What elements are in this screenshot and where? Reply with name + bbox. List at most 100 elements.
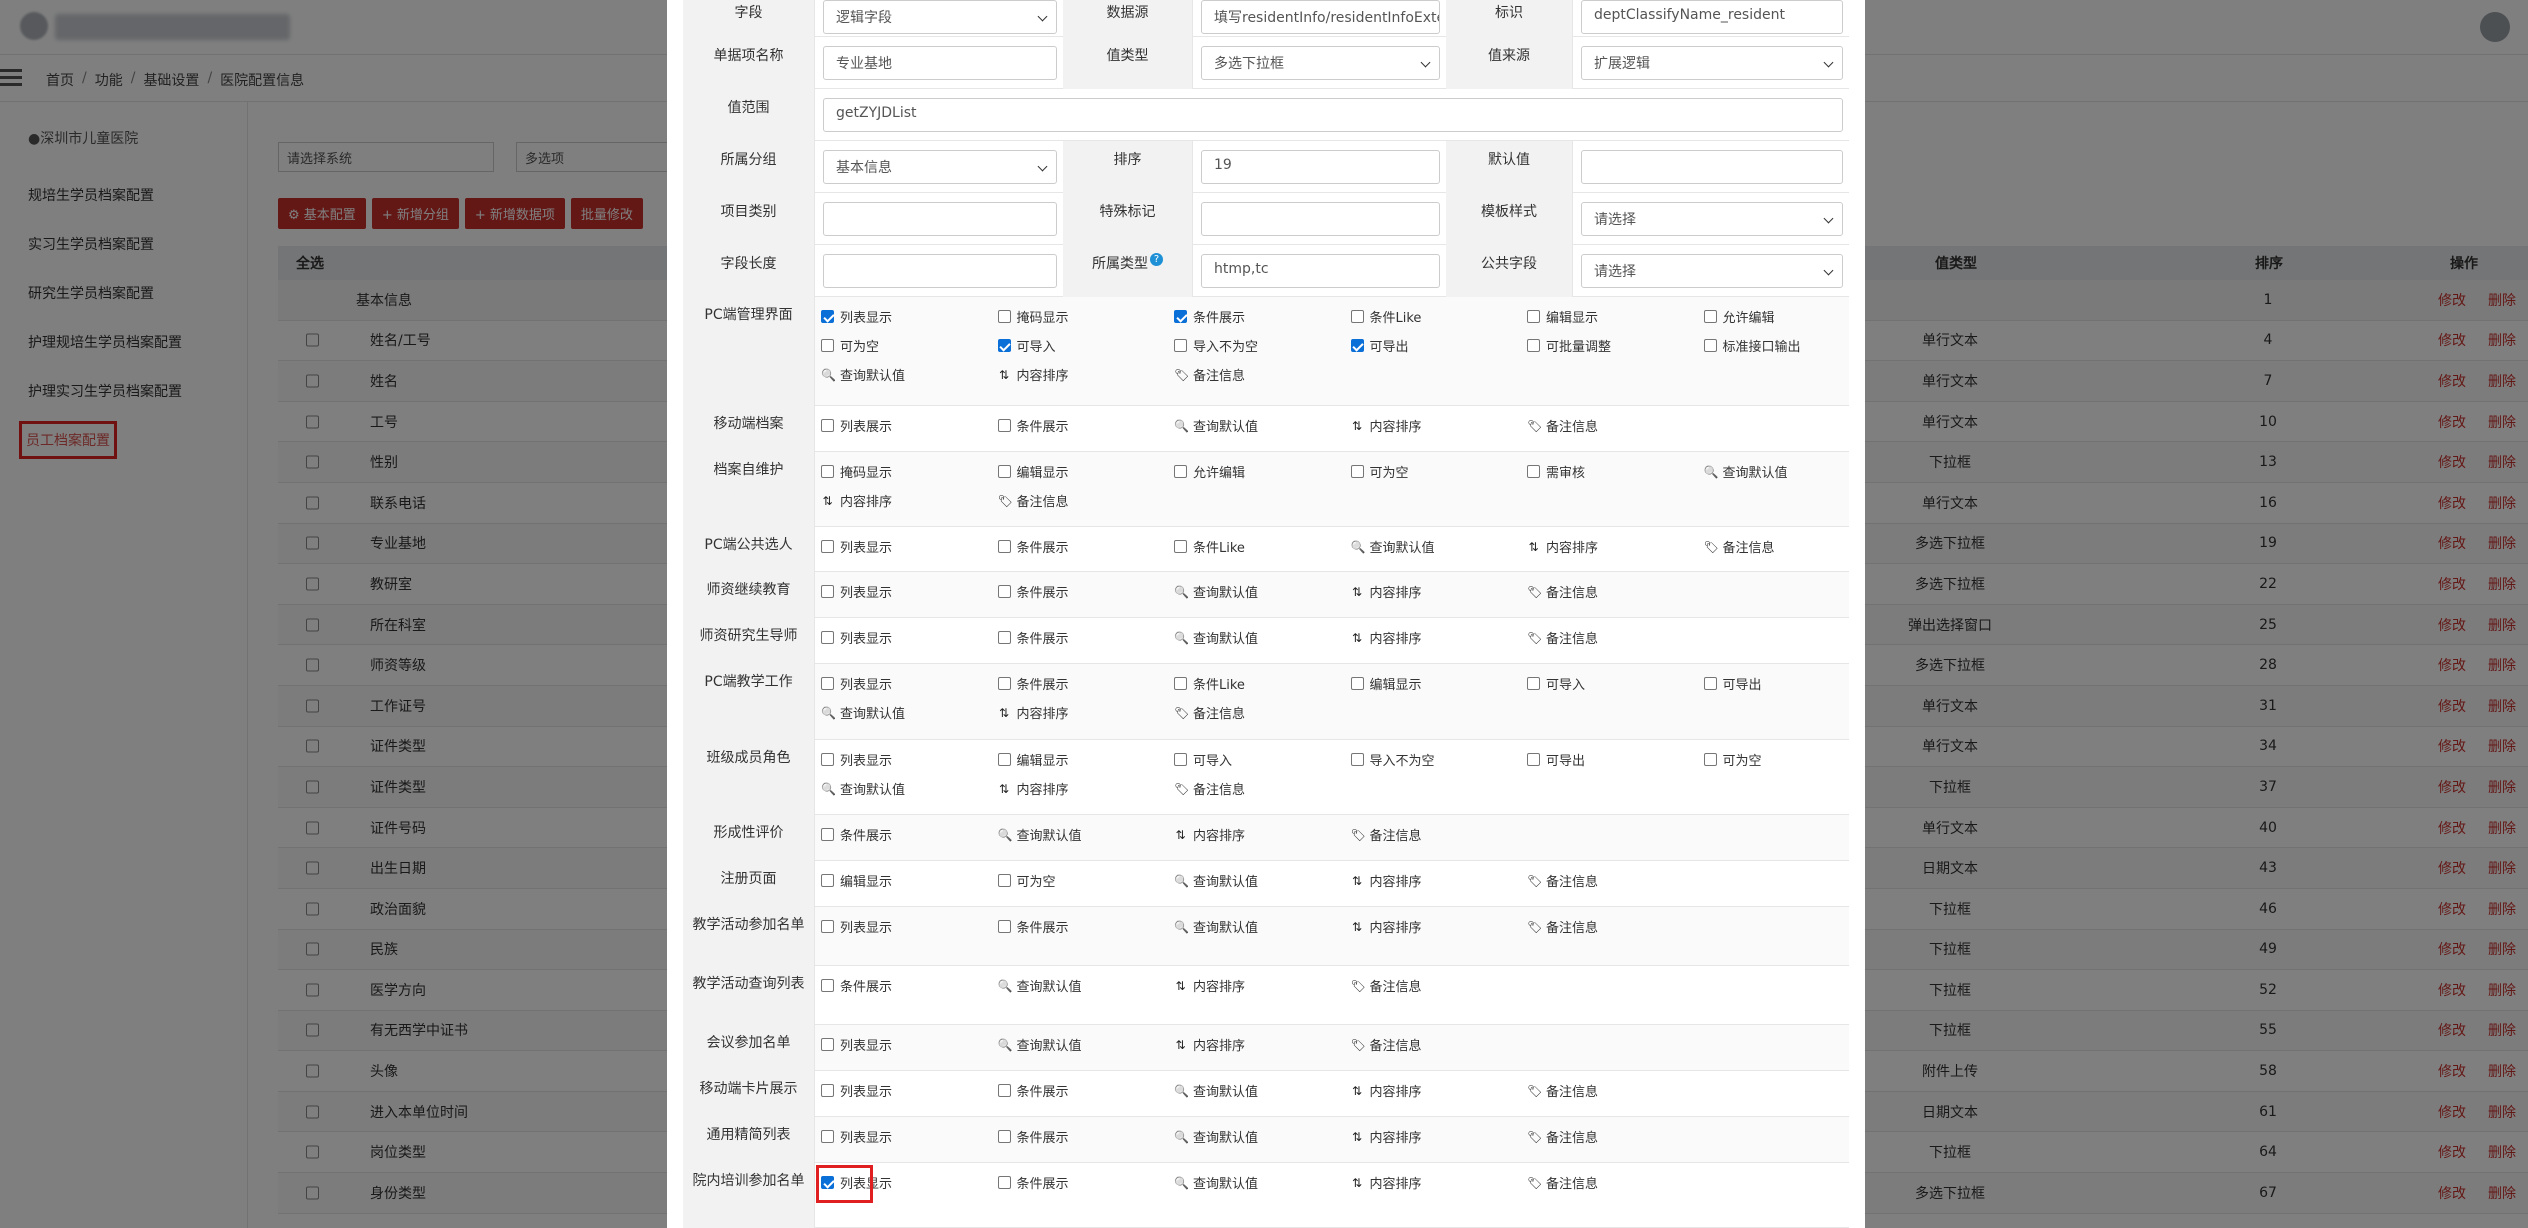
option-item[interactable]: 🏷 备注信息 [1527, 582, 1598, 602]
option-item[interactable]: 编辑显示 [1527, 307, 1598, 326]
option-item[interactable]: 🏷 备注信息 [1527, 1127, 1598, 1147]
option-checkbox[interactable] [821, 465, 834, 478]
order-input[interactable]: 19 [1201, 150, 1440, 184]
option-item[interactable]: 🔍 查询默认值 [1704, 462, 1788, 482]
option-checkbox[interactable] [1527, 677, 1540, 690]
option-item[interactable]: 可为空 [1350, 462, 1409, 481]
option-item[interactable]: 🏷 备注信息 [1527, 917, 1598, 937]
help-icon[interactable]: ? [1150, 253, 1163, 266]
option-checkbox[interactable] [821, 920, 834, 933]
option-item[interactable]: 掩码显示 [821, 462, 892, 481]
option-item[interactable]: ⇅ 内容排序 [1351, 917, 1422, 937]
option-item[interactable]: 🔍 查询默认值 [1174, 582, 1258, 602]
option-item[interactable]: ⇅ 内容排序 [1351, 871, 1422, 891]
public-field-select[interactable]: 请选择 [1581, 254, 1843, 288]
default-value-input[interactable] [1581, 150, 1843, 184]
option-checkbox[interactable] [997, 465, 1011, 478]
option-item[interactable]: 列表显示 [821, 917, 892, 936]
option-item[interactable]: ⇅ 内容排序 [998, 703, 1069, 723]
option-item[interactable]: 🏷 备注信息 [1527, 628, 1598, 648]
category-type-input[interactable]: htmp,tc [1201, 254, 1440, 288]
option-item[interactable]: 🔍 查询默认值 [821, 703, 905, 723]
option-item[interactable]: ⇅ 内容排序 [821, 491, 892, 511]
option-checkbox[interactable] [997, 1176, 1011, 1189]
option-item[interactable]: 🏷 备注信息 [1704, 537, 1775, 557]
value-type-select[interactable]: 多选下拉框 [1201, 46, 1440, 80]
option-checkbox[interactable] [1350, 310, 1364, 323]
option-item[interactable]: 列表显示 [821, 537, 892, 556]
option-item[interactable]: ⇅ 内容排序 [1351, 1127, 1422, 1147]
option-item[interactable]: 标准接口输出 [1703, 336, 1801, 355]
option-item[interactable]: 编辑显示 [997, 462, 1069, 481]
key-input[interactable]: deptClassifyName_resident [1581, 0, 1843, 34]
option-checkbox[interactable] [1174, 310, 1187, 323]
option-item[interactable]: 列表显示 [821, 307, 892, 326]
option-checkbox[interactable] [821, 1084, 834, 1097]
option-item[interactable]: 可导出 [1350, 336, 1409, 355]
option-checkbox[interactable] [821, 874, 834, 887]
option-item[interactable]: 条件展示 [997, 628, 1069, 647]
option-checkbox[interactable] [997, 310, 1011, 323]
option-checkbox[interactable] [821, 310, 834, 323]
option-checkbox[interactable] [821, 753, 834, 766]
option-item[interactable]: 条件展示 [1174, 307, 1245, 326]
option-item[interactable]: 条件Like [1174, 674, 1245, 693]
option-checkbox[interactable] [1527, 339, 1540, 352]
option-checkbox[interactable] [997, 631, 1011, 644]
option-checkbox[interactable] [997, 419, 1011, 432]
option-item[interactable]: 列表显示 [821, 674, 892, 693]
option-item[interactable]: 编辑显示 [997, 750, 1069, 769]
option-item[interactable]: 可为空 [821, 336, 879, 355]
option-item[interactable]: 🏷 备注信息 [1527, 416, 1598, 436]
option-checkbox[interactable] [1703, 677, 1717, 690]
option-checkbox[interactable] [1350, 677, 1364, 690]
option-checkbox[interactable] [997, 339, 1011, 352]
value-range-input[interactable]: getZYJDList [823, 98, 1843, 132]
option-item[interactable]: 🏷 备注信息 [1527, 871, 1598, 891]
option-checkbox[interactable] [821, 631, 834, 644]
option-checkbox[interactable] [1527, 310, 1540, 323]
field-select[interactable]: 逻辑字段 [823, 0, 1057, 34]
option-checkbox[interactable] [1703, 310, 1717, 323]
option-item[interactable]: 🔍 查询默认值 [821, 779, 905, 799]
option-item[interactable]: 可导入 [1174, 750, 1232, 769]
option-checkbox[interactable] [1174, 339, 1187, 352]
option-item[interactable]: 可为空 [997, 871, 1056, 890]
option-item[interactable]: 条件展示 [997, 1173, 1069, 1192]
option-item[interactable]: 🔍 查询默认值 [1351, 537, 1435, 557]
option-item[interactable]: 可导出 [1527, 750, 1585, 769]
option-checkbox[interactable] [997, 1130, 1011, 1143]
option-item[interactable]: 🔍 查询默认值 [998, 1035, 1082, 1055]
option-item[interactable]: ⇅ 内容排序 [998, 779, 1069, 799]
field-length-input[interactable] [823, 254, 1057, 288]
option-checkbox[interactable] [997, 585, 1011, 598]
option-item[interactable]: 可导入 [997, 336, 1056, 355]
option-item[interactable]: 列表展示 [821, 416, 892, 435]
option-item[interactable]: 列表显示 [821, 1127, 892, 1146]
option-checkbox[interactable] [997, 1084, 1011, 1097]
option-item[interactable]: ⇅ 内容排序 [1351, 582, 1422, 602]
option-checkbox[interactable] [821, 1130, 834, 1143]
template-style-select[interactable]: 请选择 [1581, 202, 1843, 236]
item-name-input[interactable]: 专业基地 [823, 46, 1057, 80]
option-checkbox[interactable] [1527, 753, 1540, 766]
option-item[interactable]: 列表显示 [821, 750, 892, 769]
option-checkbox[interactable] [821, 828, 834, 841]
option-item[interactable]: 条件展示 [997, 1127, 1069, 1146]
option-checkbox[interactable] [1350, 339, 1364, 352]
group-select[interactable]: 基本信息 [823, 150, 1057, 184]
option-item[interactable]: ⇅ 内容排序 [1527, 537, 1598, 557]
option-item[interactable]: 🔍 查询默认值 [1174, 917, 1258, 937]
option-item[interactable]: 条件展示 [997, 1081, 1069, 1100]
option-item[interactable]: 🔍 查询默认值 [998, 976, 1082, 996]
option-item[interactable]: 🔍 查询默认值 [998, 825, 1082, 845]
item-class-input[interactable] [823, 202, 1057, 236]
option-item[interactable]: ⇅ 内容排序 [1174, 825, 1245, 845]
value-source-select[interactable]: 扩展逻辑 [1581, 46, 1843, 80]
option-item[interactable]: ⇅ 内容排序 [1174, 1035, 1245, 1055]
option-checkbox[interactable] [1527, 465, 1540, 478]
option-item[interactable]: 可批量调整 [1527, 336, 1611, 355]
option-item[interactable]: 条件展示 [997, 674, 1069, 693]
option-item[interactable]: 🔍 查询默认值 [1174, 416, 1258, 436]
option-item[interactable]: 🏷 备注信息 [1174, 779, 1245, 799]
